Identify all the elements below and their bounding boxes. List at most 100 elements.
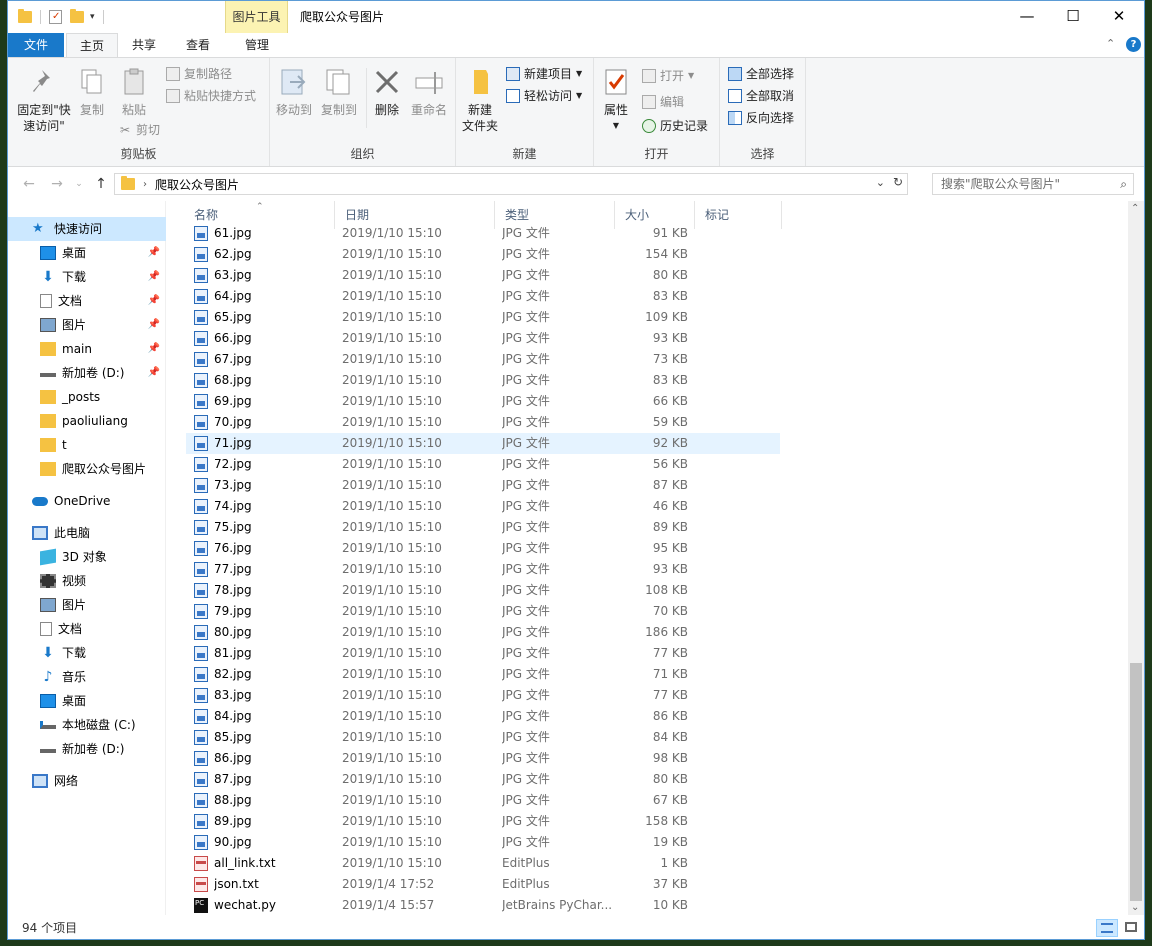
address-bar[interactable]: › 爬取公众号图片 ⌄ ↻ [114, 173, 908, 195]
nav-this-pc[interactable]: 此电脑 [8, 521, 166, 545]
file-row[interactable]: 68.jpg 2019/1/10 15:10 JPG 文件 83 KB [186, 370, 780, 391]
tab-home[interactable]: 主页 [66, 33, 118, 58]
forward-button[interactable]: → [48, 175, 66, 193]
file-row[interactable]: 63.jpg 2019/1/10 15:10 JPG 文件 80 KB [186, 265, 780, 286]
file-row[interactable]: 81.jpg 2019/1/10 15:10 JPG 文件 77 KB [186, 643, 780, 664]
file-row[interactable]: 76.jpg 2019/1/10 15:10 JPG 文件 95 KB [186, 538, 780, 559]
nav-quick-access[interactable]: ★ 快速访问 [8, 217, 166, 241]
minimize-button[interactable]: — [1004, 1, 1050, 33]
file-row[interactable]: 80.jpg 2019/1/10 15:10 JPG 文件 186 KB [186, 622, 780, 643]
tab-manage[interactable]: 管理 [226, 33, 288, 57]
nav-item-pc-documents[interactable]: 文档 [8, 617, 166, 641]
file-row[interactable]: 61.jpg 2019/1/10 15:10 JPG 文件 91 KB [186, 223, 780, 244]
vertical-scrollbar[interactable]: ⌃ ⌄ [1128, 201, 1144, 915]
properties-button[interactable]: 属性 ▼ [598, 66, 634, 134]
nav-item-pictures[interactable]: 图片 📌 [8, 313, 166, 337]
file-row[interactable]: 77.jpg 2019/1/10 15:10 JPG 文件 93 KB [186, 559, 780, 580]
back-button[interactable]: ← [20, 175, 38, 193]
file-row[interactable]: 65.jpg 2019/1/10 15:10 JPG 文件 109 KB [186, 307, 780, 328]
file-row[interactable]: 72.jpg 2019/1/10 15:10 JPG 文件 56 KB [186, 454, 780, 475]
tab-view[interactable]: 查看 [172, 33, 224, 57]
easy-access-button[interactable]: 轻松访问 ▼ [506, 86, 582, 106]
delete-button[interactable]: 删除 [370, 66, 404, 118]
paste-button[interactable]: 粘贴 [114, 66, 154, 118]
file-row[interactable]: 87.jpg 2019/1/10 15:10 JPG 文件 80 KB [186, 769, 780, 790]
file-row[interactable]: 79.jpg 2019/1/10 15:10 JPG 文件 70 KB [186, 601, 780, 622]
invert-selection-button[interactable]: 反向选择 [728, 108, 794, 128]
nav-item-pc-pictures[interactable]: 图片 [8, 593, 166, 617]
file-row[interactable]: 73.jpg 2019/1/10 15:10 JPG 文件 87 KB [186, 475, 780, 496]
scroll-down-icon[interactable]: ⌄ [1131, 902, 1139, 913]
new-folder-icon[interactable] [70, 9, 84, 23]
file-row[interactable]: 85.jpg 2019/1/10 15:10 JPG 文件 84 KB [186, 727, 780, 748]
nav-item-downloads[interactable]: ⬇ 下载 📌 [8, 265, 166, 289]
collapse-ribbon-icon[interactable]: ⌃ [1106, 37, 1115, 50]
file-row[interactable]: wechat.py 2019/1/4 15:57 JetBrains PyChar.… [186, 895, 780, 915]
address-dropdown-icon[interactable]: ⌄ [876, 176, 885, 189]
rename-button[interactable]: 重命名 [406, 66, 452, 118]
file-row[interactable]: 82.jpg 2019/1/10 15:10 JPG 文件 71 KB [186, 664, 780, 685]
customize-dropdown-icon[interactable]: ▾ [90, 12, 95, 22]
help-icon[interactable]: ? [1126, 37, 1141, 52]
edit-button[interactable]: 编辑 [642, 92, 684, 112]
nav-item-drive-d[interactable]: 新加卷 (D:) 📌 [8, 361, 166, 385]
folder-icon[interactable] [18, 9, 32, 23]
recent-locations-icon[interactable]: ⌄ [70, 175, 88, 193]
nav-item-pc-downloads[interactable]: ⬇ 下载 [8, 641, 166, 665]
large-icons-view-button[interactable] [1120, 919, 1142, 937]
copy-button[interactable]: 复制 [74, 66, 110, 118]
copy-to-button[interactable]: 复制到 [318, 66, 360, 118]
nav-item-t[interactable]: t [8, 433, 166, 457]
paste-shortcut-button[interactable]: 粘贴快捷方式 [166, 86, 256, 106]
pin-quick-access-button[interactable]: 固定到"快 速访问" [14, 66, 74, 134]
scrollbar-thumb[interactable] [1130, 663, 1142, 901]
nav-onedrive[interactable]: OneDrive [8, 489, 166, 513]
select-all-button[interactable]: 全部选择 [728, 64, 794, 84]
breadcrumb-current[interactable]: 爬取公众号图片 [155, 176, 239, 193]
close-button[interactable]: ✕ [1096, 1, 1142, 33]
nav-item-3d-objects[interactable]: 3D 对象 [8, 545, 166, 569]
nav-item-pc-drive-d[interactable]: 新加卷 (D:) [8, 737, 166, 761]
open-button[interactable]: 打开 ▼ [642, 66, 694, 86]
nav-network[interactable]: 网络 [8, 769, 166, 793]
nav-item-main[interactable]: main 📌 [8, 337, 166, 361]
file-row[interactable]: 70.jpg 2019/1/10 15:10 JPG 文件 59 KB [186, 412, 780, 433]
details-view-button[interactable] [1096, 919, 1118, 937]
refresh-icon[interactable]: ↻ [893, 175, 903, 189]
file-row[interactable]: 71.jpg 2019/1/10 15:10 JPG 文件 92 KB [186, 433, 780, 454]
nav-item-paoliuliang[interactable]: paoliuliang [8, 409, 166, 433]
file-row[interactable]: 64.jpg 2019/1/10 15:10 JPG 文件 83 KB [186, 286, 780, 307]
new-folder-button[interactable]: 新建 文件夹 [460, 66, 500, 134]
file-row[interactable]: 69.jpg 2019/1/10 15:10 JPG 文件 66 KB [186, 391, 780, 412]
nav-item-videos[interactable]: 视频 [8, 569, 166, 593]
maximize-button[interactable]: ☐ [1050, 1, 1096, 33]
file-row[interactable]: 78.jpg 2019/1/10 15:10 JPG 文件 108 KB [186, 580, 780, 601]
file-row[interactable]: 88.jpg 2019/1/10 15:10 JPG 文件 67 KB [186, 790, 780, 811]
nav-item-current-folder[interactable]: 爬取公众号图片 [8, 457, 166, 481]
file-row[interactable]: 74.jpg 2019/1/10 15:10 JPG 文件 46 KB [186, 496, 780, 517]
tab-share[interactable]: 共享 [120, 33, 168, 57]
scroll-up-icon[interactable]: ⌃ [1131, 203, 1139, 214]
cut-button[interactable]: ✂ 剪切 [118, 120, 160, 140]
copy-path-button[interactable]: 复制路径 [166, 64, 232, 84]
nav-item-desktop[interactable]: 桌面 📌 [8, 241, 166, 265]
tab-file[interactable]: 文件 [8, 33, 64, 57]
file-row[interactable]: 84.jpg 2019/1/10 15:10 JPG 文件 86 KB [186, 706, 780, 727]
breadcrumb-chevron-icon[interactable]: › [143, 179, 147, 190]
nav-item-music[interactable]: ♪ 音乐 [8, 665, 166, 689]
file-row[interactable]: 89.jpg 2019/1/10 15:10 JPG 文件 158 KB [186, 811, 780, 832]
select-none-button[interactable]: 全部取消 [728, 86, 794, 106]
history-button[interactable]: 历史记录 [642, 116, 708, 136]
nav-item-posts[interactable]: _posts [8, 385, 166, 409]
search-input[interactable]: 搜索"爬取公众号图片" ⌕ [932, 173, 1134, 195]
file-row[interactable]: 90.jpg 2019/1/10 15:10 JPG 文件 19 KB [186, 832, 780, 853]
file-row[interactable]: json.txt 2019/1/4 17:52 EditPlus 37 KB [186, 874, 780, 895]
file-row[interactable]: 83.jpg 2019/1/10 15:10 JPG 文件 77 KB [186, 685, 780, 706]
properties-check-icon[interactable]: ✓ [49, 10, 62, 24]
file-row[interactable]: 86.jpg 2019/1/10 15:10 JPG 文件 98 KB [186, 748, 780, 769]
up-button[interactable]: ↑ [92, 175, 110, 193]
nav-item-drive-c[interactable]: 本地磁盘 (C:) [8, 713, 166, 737]
file-row[interactable]: 66.jpg 2019/1/10 15:10 JPG 文件 93 KB [186, 328, 780, 349]
nav-item-documents[interactable]: 文档 📌 [8, 289, 166, 313]
file-row[interactable]: all_link.txt 2019/1/10 15:10 EditPlus 1 KB [186, 853, 780, 874]
